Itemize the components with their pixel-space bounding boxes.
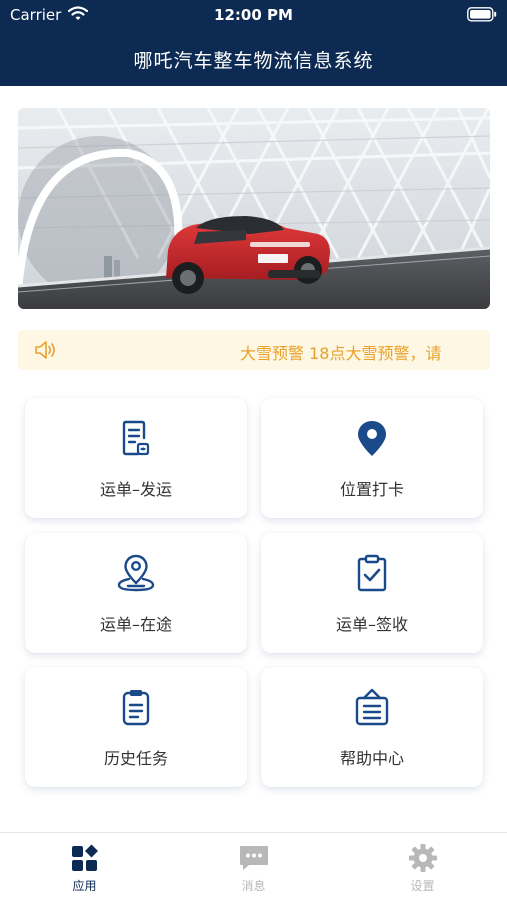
tab-messages-label: 消息 [241, 879, 266, 893]
map-pin-icon [117, 554, 155, 592]
document-icon [122, 420, 150, 456]
banner-photo [18, 108, 490, 309]
location-checkin-button[interactable]: 位置打卡 [261, 398, 483, 518]
app-header: Carrier 12:00 PM 哪吒汽车整车物流信息系统 [0, 0, 507, 86]
battery-icon [467, 7, 497, 22]
help-board-icon [355, 688, 389, 726]
history-tasks-button[interactable]: 历史任务 [25, 667, 247, 787]
history-tasks-label: 历史任务 [103, 749, 168, 768]
tab-settings-label: 设置 [410, 879, 435, 893]
tab-bar: 应用 消息 设置 [0, 832, 507, 901]
waybill-dispatch-label: 运单–发运 [99, 480, 172, 499]
clipboard-list-icon [122, 690, 150, 726]
waybill-transit-button[interactable]: 运单–在途 [25, 533, 247, 653]
tab-messages[interactable]: 消息 [169, 833, 338, 901]
apps-icon [71, 844, 98, 871]
clipboard-check-icon [357, 554, 387, 592]
status-bar: Carrier 12:00 PM [0, 0, 507, 30]
waybill-signoff-button[interactable]: 运单–签收 [261, 533, 483, 653]
tab-apps-label: 应用 [72, 879, 97, 893]
notice-text: 大雪预警 18点大雪预警，请 [240, 344, 442, 363]
help-center-label: 帮助中心 [339, 749, 404, 768]
waybill-transit-label: 运单–在途 [99, 615, 172, 634]
page-title: 哪吒汽车整车物流信息系统 [133, 50, 374, 72]
location-pin-icon [358, 421, 386, 456]
location-checkin-label: 位置打卡 [339, 480, 404, 499]
tab-apps[interactable]: 应用 [0, 833, 169, 901]
tab-settings[interactable]: 设置 [338, 833, 507, 901]
waybill-dispatch-button[interactable]: 运单–发运 [25, 398, 247, 518]
gear-icon [408, 844, 437, 872]
status-time: 12:00 PM [214, 6, 293, 24]
message-icon [239, 846, 268, 870]
speaker-icon [35, 341, 55, 359]
help-center-button[interactable]: 帮助中心 [261, 667, 483, 787]
banner-image[interactable] [18, 108, 490, 309]
waybill-signoff-label: 运单–签收 [335, 615, 408, 634]
notice-bar[interactable]: 大雪预警 18点大雪预警，请 [18, 330, 490, 370]
